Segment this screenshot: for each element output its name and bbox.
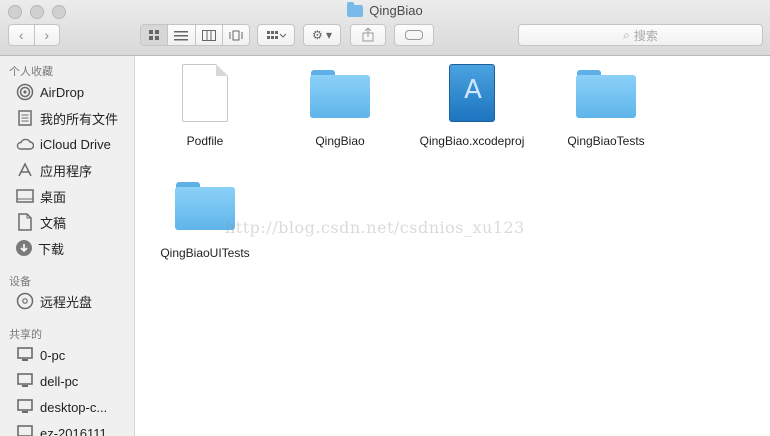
- toolbar: QingBiao ‹ › ⚙ ▾ ⌕ 搜索: [0, 0, 770, 56]
- desktop-icon: [16, 187, 34, 205]
- file-browser: Podfile QingBiao A QingBiao.xcodeproj Qi…: [135, 56, 770, 436]
- sidebar-item-desktop[interactable]: 桌面: [16, 185, 66, 207]
- window-title-text: QingBiao: [369, 3, 423, 18]
- file-item[interactable]: Podfile: [145, 64, 265, 148]
- sidebar-item-label: iCloud Drive: [40, 136, 111, 152]
- sidebar-item-label: 我的所有文件: [40, 111, 119, 127]
- sidebar-item-remote-disc[interactable]: 远程光盘: [16, 290, 92, 312]
- cover-flow-button[interactable]: [221, 25, 249, 45]
- sidebar-heading-shared: 共享的: [9, 329, 42, 341]
- sidebar-item-shared-computer[interactable]: 0-pc: [16, 344, 65, 366]
- nav-buttons: ‹ ›: [8, 24, 60, 46]
- file-name: QingBiaoUITests: [160, 246, 250, 260]
- sidebar-item-label: 桌面: [40, 189, 67, 205]
- list-view-button[interactable]: [167, 25, 194, 45]
- share-button[interactable]: [350, 24, 386, 46]
- search-placeholder: 搜索: [633, 28, 658, 43]
- xcodeproj-icon: A: [449, 64, 495, 122]
- folder-icon: [310, 70, 370, 118]
- finder-window: QingBiao ‹ › ⚙ ▾ ⌕ 搜索 个人收藏 AirDrop 我的所有文…: [0, 0, 770, 436]
- cloud-icon: [16, 135, 34, 153]
- sidebar-item-shared-computer[interactable]: dell-pc: [16, 370, 78, 392]
- sidebar-item-label: dell-pc: [40, 373, 79, 389]
- applications-icon: [16, 161, 34, 179]
- chevron-right-icon: ›: [44, 27, 50, 43]
- folder-icon: [347, 1, 364, 17]
- file-name: Podfile: [186, 134, 224, 148]
- file-item[interactable]: QingBiaoTests: [546, 70, 666, 148]
- view-mode-selector: [140, 24, 250, 46]
- tag-icon: [405, 30, 423, 40]
- sidebar-item-all-my-files[interactable]: 我的所有文件: [16, 107, 118, 129]
- columns-icon: [201, 29, 216, 41]
- all-files-icon: [16, 109, 34, 127]
- forward-button[interactable]: ›: [33, 25, 60, 45]
- disc-icon: [16, 292, 34, 310]
- sidebar-item-label: AirDrop: [40, 84, 85, 100]
- chevron-left-icon: ‹: [18, 27, 24, 43]
- sidebar-item-label: 远程光盘: [40, 294, 93, 310]
- arrange-icon: [267, 31, 286, 39]
- search-field[interactable]: ⌕ 搜索: [518, 24, 763, 46]
- documents-icon: [16, 213, 34, 231]
- monitor-icon: [16, 346, 34, 364]
- grid-icon: [149, 30, 160, 40]
- sidebar-heading-devices: 设备: [9, 276, 31, 288]
- sidebar-heading-favorites: 个人收藏: [9, 66, 53, 78]
- cover-flow-icon: [229, 30, 243, 40]
- list-icon: [174, 30, 189, 40]
- share-icon: [362, 28, 374, 42]
- sidebar: 个人收藏 AirDrop 我的所有文件 iCloud Drive 应用程序 桌面…: [0, 56, 135, 436]
- icon-view-button[interactable]: [141, 25, 168, 45]
- sidebar-item-label: 应用程序: [40, 163, 93, 179]
- download-icon: [16, 240, 32, 256]
- gear-icon: ⚙ ▾: [311, 28, 333, 42]
- file-item[interactable]: A QingBiao.xcodeproj: [412, 64, 532, 148]
- sidebar-item-documents[interactable]: 文稿: [16, 211, 66, 233]
- sidebar-item-applications[interactable]: 应用程序: [16, 159, 92, 181]
- sidebar-item-label: 文稿: [40, 215, 67, 231]
- column-view-button[interactable]: [194, 25, 222, 45]
- watermark: http://blog.csdn.net/csdnios_xu123: [225, 218, 525, 237]
- sidebar-item-shared-computer[interactable]: ez-2016111...: [16, 422, 118, 436]
- airdrop-icon: [16, 83, 34, 101]
- folder-icon: [576, 70, 636, 118]
- sidebar-item-airdrop[interactable]: AirDrop: [16, 81, 84, 103]
- arrange-button[interactable]: [257, 24, 295, 46]
- sidebar-item-icloud-drive[interactable]: iCloud Drive: [16, 133, 111, 155]
- sidebar-item-label: 下载: [38, 241, 65, 257]
- sidebar-item-shared-computer[interactable]: desktop-c...: [16, 396, 107, 418]
- back-button[interactable]: ‹: [9, 25, 34, 45]
- sidebar-item-label: ez-2016111...: [40, 425, 118, 436]
- action-button[interactable]: ⚙ ▾: [303, 24, 341, 46]
- monitor-icon: [16, 398, 34, 416]
- file-name: QingBiao: [315, 134, 365, 148]
- document-icon: [182, 64, 228, 122]
- monitor-icon: [16, 372, 34, 390]
- file-item[interactable]: QingBiao: [280, 70, 400, 148]
- sidebar-item-label: desktop-c...: [40, 399, 108, 415]
- sidebar-item-label: 0-pc: [40, 347, 66, 363]
- window-title: QingBiao: [0, 1, 770, 18]
- file-name: QingBiao.xcodeproj: [419, 134, 525, 148]
- search-icon: ⌕: [623, 27, 630, 42]
- sidebar-item-downloads[interactable]: 下载: [16, 237, 64, 259]
- monitor-icon: [16, 424, 34, 436]
- file-name: QingBiaoTests: [567, 134, 645, 148]
- tag-button[interactable]: [394, 24, 434, 46]
